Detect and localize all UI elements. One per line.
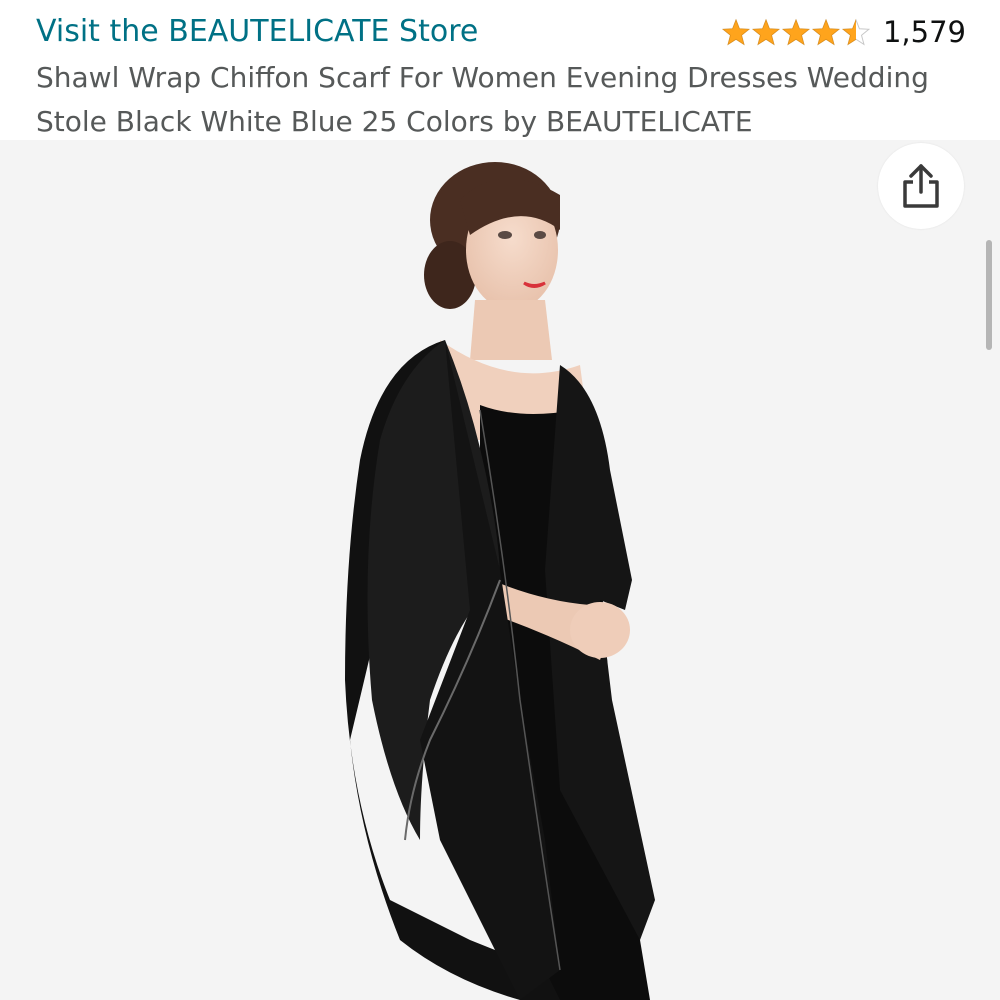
star-icon [781, 18, 811, 46]
model-photo [345, 162, 655, 1000]
star-icon [721, 18, 751, 46]
review-count[interactable]: 1,579 [883, 12, 966, 52]
product-title: Shawl Wrap Chiffon Scarf For Women Eveni… [36, 61, 929, 138]
share-icon [903, 164, 939, 208]
product-image[interactable] [0, 140, 1000, 1000]
product-header: Visit the BEAUTELICATE Store 1,579 Shawl… [0, 0, 1000, 140]
share-button[interactable] [878, 143, 964, 229]
rating-summary[interactable]: 1,579 [721, 12, 966, 52]
star-icon [811, 18, 841, 46]
star-icon [751, 18, 781, 46]
store-link[interactable]: Visit the BEAUTELICATE Store [36, 12, 478, 52]
star-icon [841, 18, 871, 46]
scrollbar[interactable] [986, 240, 992, 350]
star-rating[interactable] [721, 18, 871, 47]
